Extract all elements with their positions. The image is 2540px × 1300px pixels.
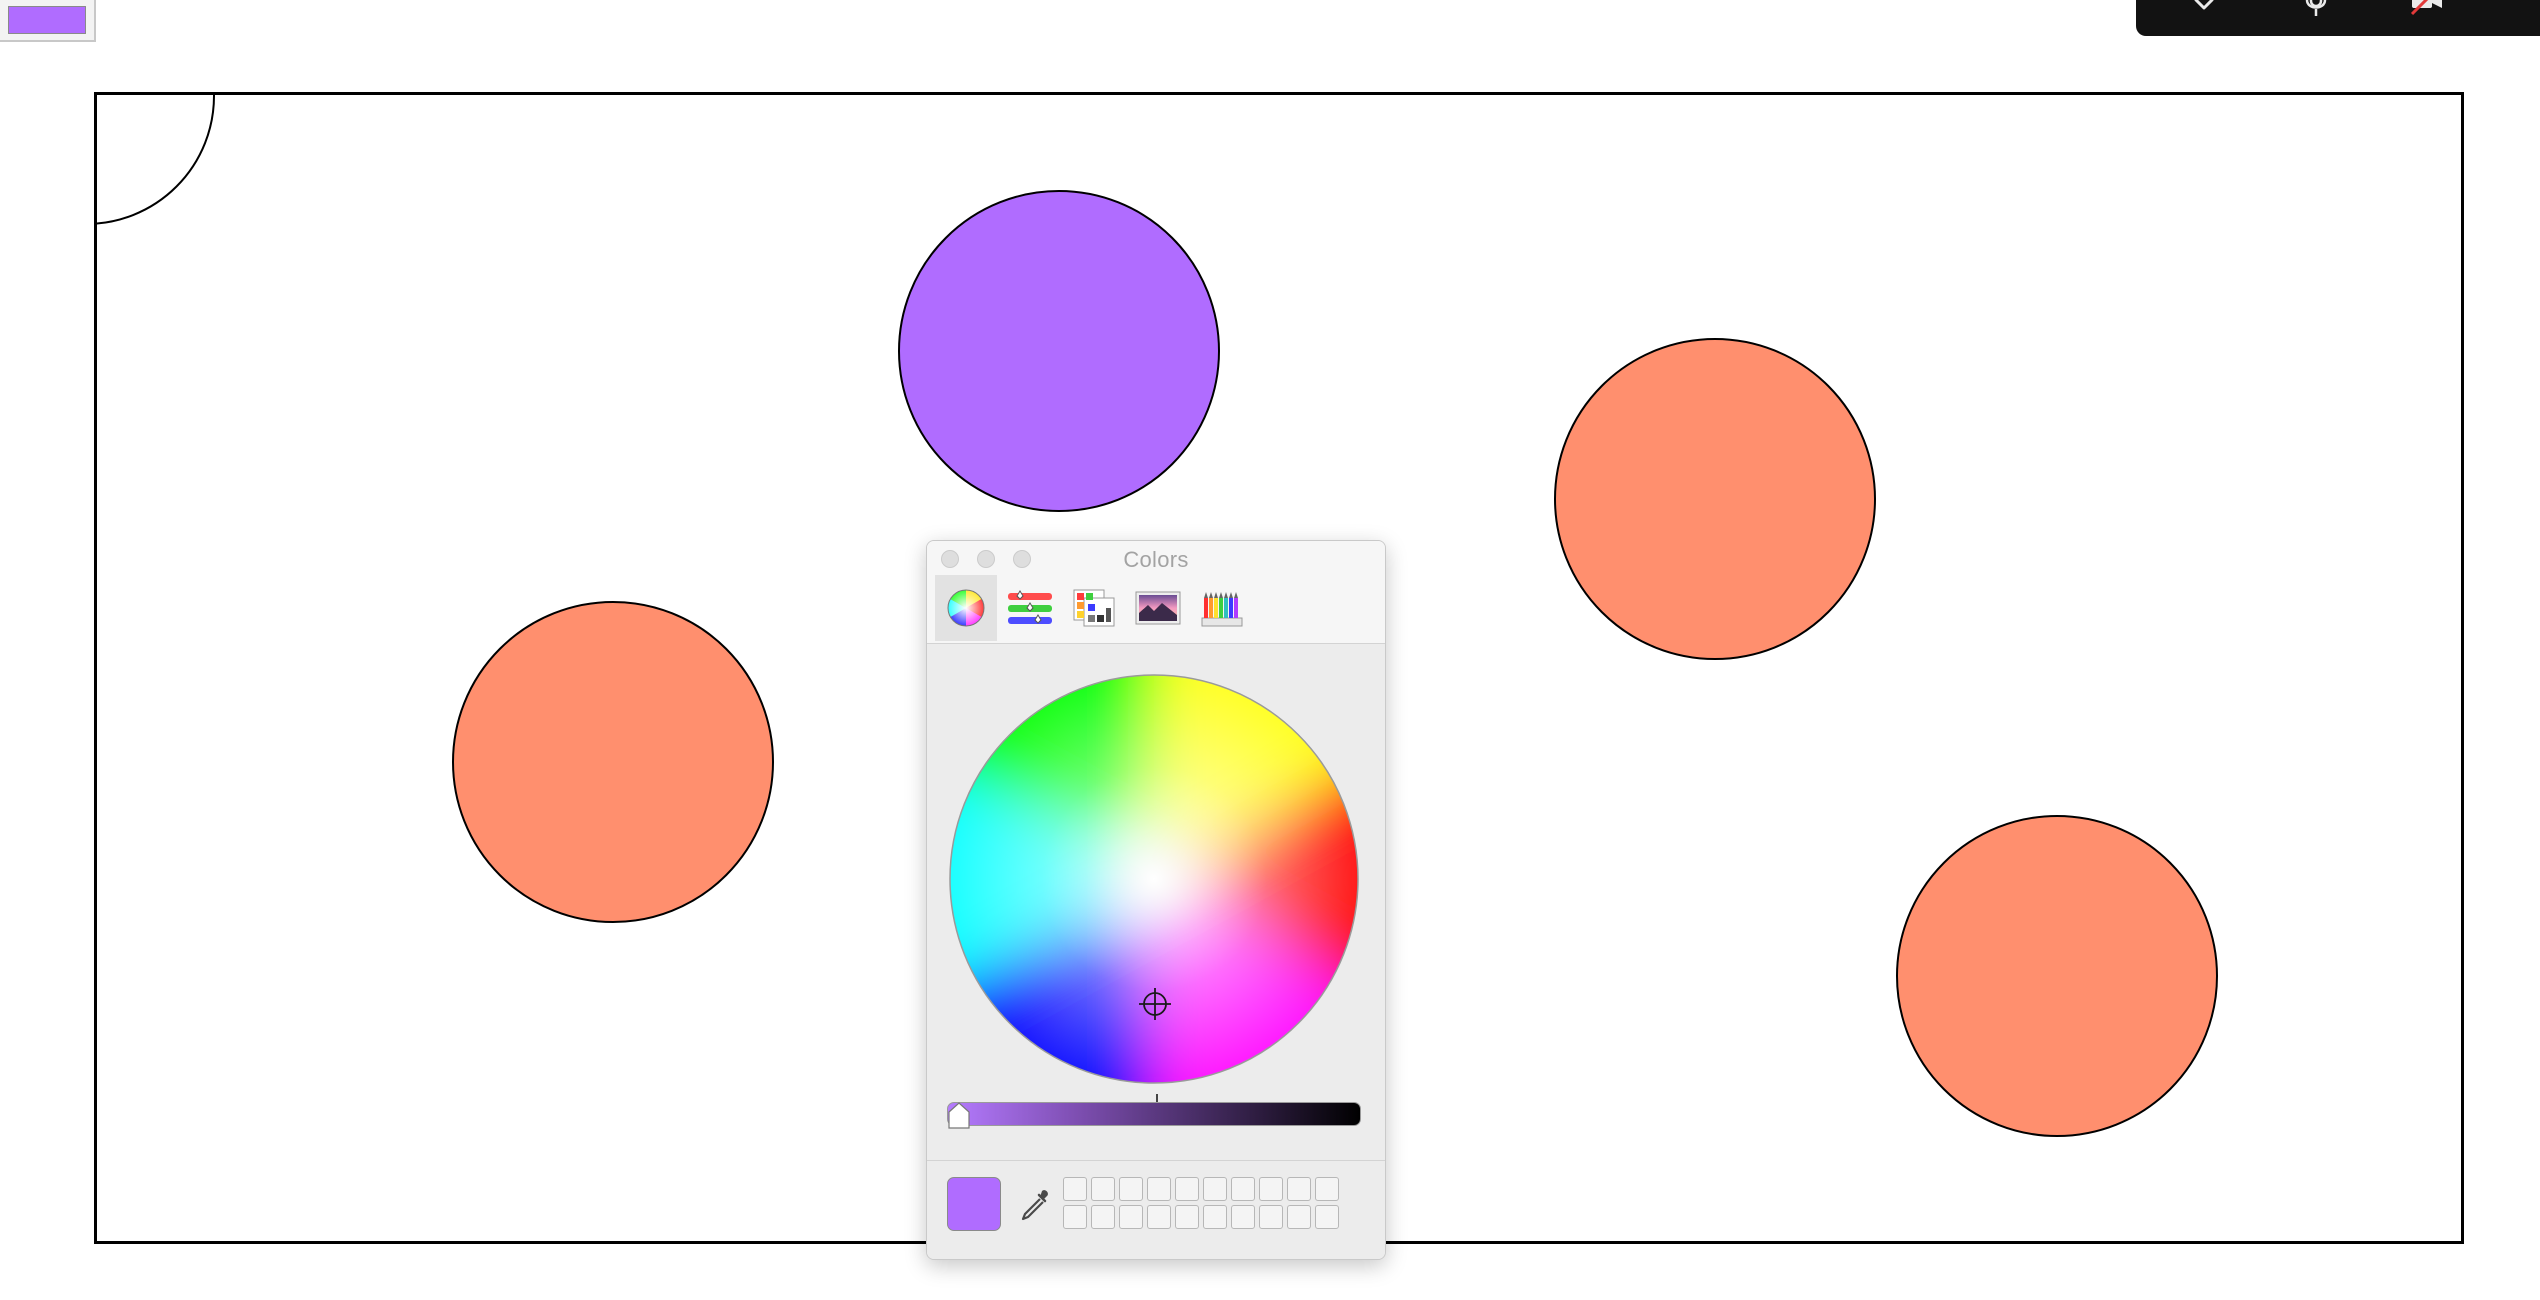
swatch-cell[interactable] bbox=[1147, 1205, 1171, 1229]
tab-color-wheel[interactable] bbox=[935, 575, 997, 641]
brightness-slider[interactable] bbox=[947, 1102, 1361, 1126]
panel-title: Colors bbox=[1123, 547, 1189, 572]
color-wheel[interactable] bbox=[949, 674, 1359, 1084]
swatch-cell[interactable] bbox=[1231, 1205, 1255, 1229]
image-palette-icon bbox=[1135, 591, 1181, 625]
salmon-circle-shape-3[interactable] bbox=[1896, 815, 2218, 1137]
color-wheel-area bbox=[927, 644, 1385, 1164]
salmon-circle-shape-1[interactable] bbox=[1554, 338, 1876, 660]
swatch-cell[interactable] bbox=[1287, 1205, 1311, 1229]
tab-color-palettes[interactable] bbox=[1063, 575, 1125, 641]
color-sliders-icon bbox=[1008, 590, 1052, 624]
brightness-slider-knob[interactable] bbox=[947, 1102, 971, 1130]
color-palettes-icon bbox=[1073, 589, 1115, 627]
partial-circle-shape[interactable] bbox=[0, 0, 215, 225]
swatch-cell[interactable] bbox=[1259, 1177, 1283, 1201]
swatch-cell[interactable] bbox=[1063, 1177, 1087, 1201]
custom-swatch-grid bbox=[1063, 1177, 1339, 1229]
swatch-cell[interactable] bbox=[1175, 1205, 1199, 1229]
swatch-cell[interactable] bbox=[1091, 1205, 1115, 1229]
swatch-cell[interactable] bbox=[1315, 1177, 1339, 1201]
colors-panel[interactable]: Colors bbox=[926, 540, 1386, 1260]
swatch-cell[interactable] bbox=[1119, 1205, 1143, 1229]
tab-pencils[interactable] bbox=[1191, 575, 1253, 641]
swatch-cell[interactable] bbox=[1259, 1205, 1283, 1229]
swatch-cell[interactable] bbox=[1091, 1177, 1115, 1201]
swatch-cell[interactable] bbox=[1175, 1177, 1199, 1201]
swatch-bar bbox=[927, 1160, 1385, 1259]
color-wheel-icon bbox=[947, 589, 985, 627]
purple-circle-shape[interactable] bbox=[898, 190, 1220, 512]
salmon-circle-shape-2[interactable] bbox=[452, 601, 774, 923]
tab-color-sliders[interactable] bbox=[999, 575, 1061, 641]
swatch-cell[interactable] bbox=[1203, 1177, 1227, 1201]
swatch-cell[interactable] bbox=[1203, 1205, 1227, 1229]
pencils-icon bbox=[1201, 592, 1243, 627]
swatch-cell[interactable] bbox=[1287, 1177, 1311, 1201]
swatch-cell[interactable] bbox=[1119, 1177, 1143, 1201]
panel-titlebar[interactable]: Colors bbox=[927, 541, 1385, 575]
swatch-cell[interactable] bbox=[1315, 1205, 1339, 1229]
current-color-swatch[interactable] bbox=[947, 1177, 1001, 1231]
eyedropper-icon[interactable] bbox=[1015, 1185, 1055, 1225]
swatch-cell[interactable] bbox=[1231, 1177, 1255, 1201]
swatch-cell[interactable] bbox=[1063, 1205, 1087, 1229]
tab-image-palettes[interactable] bbox=[1127, 575, 1189, 641]
swatch-cell[interactable] bbox=[1147, 1177, 1171, 1201]
color-mode-tabs bbox=[927, 575, 1385, 644]
